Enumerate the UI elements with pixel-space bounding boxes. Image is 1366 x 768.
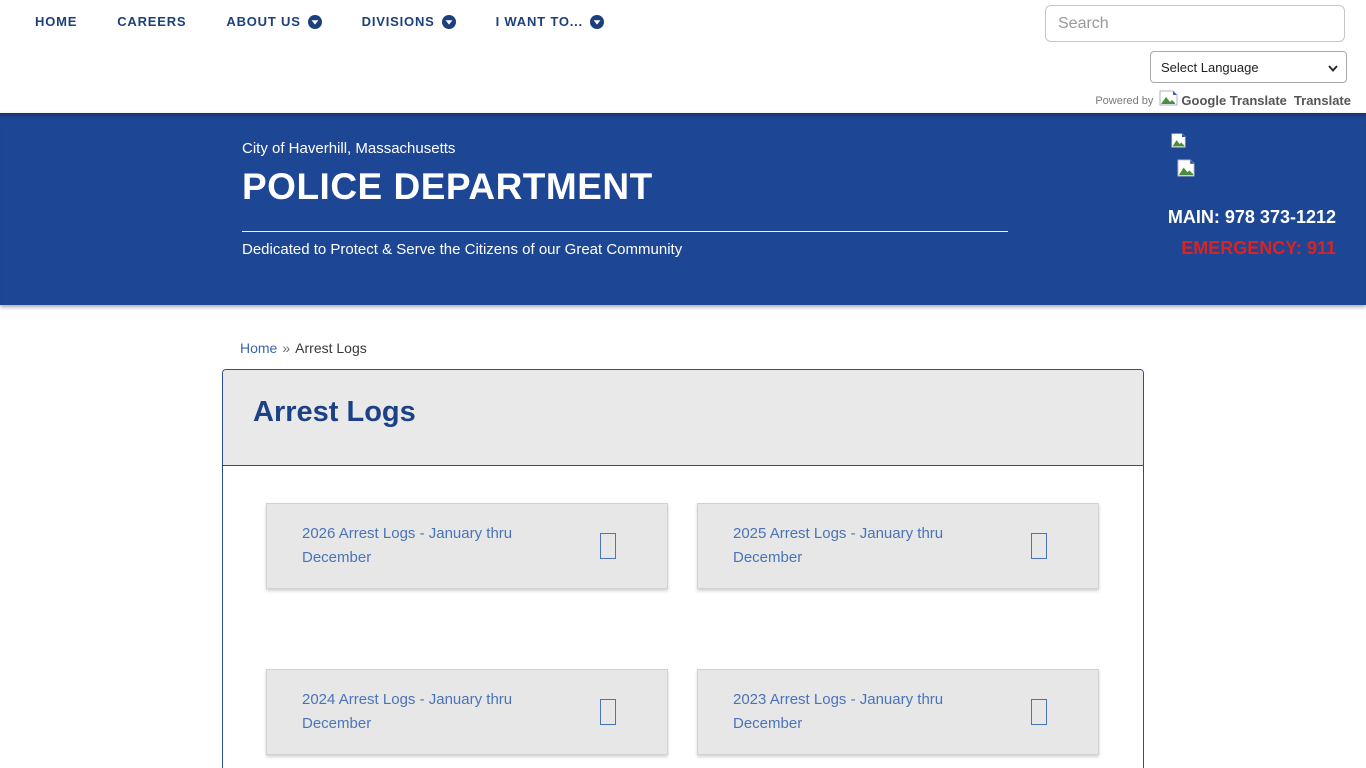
chevron-down-circle-icon[interactable]: [442, 15, 456, 29]
arrest-log-link-label: 2024 Arrest Logs - January thru December: [302, 688, 542, 736]
arrest-log-link-label: 2025 Arrest Logs - January thru December: [733, 522, 973, 570]
language-select[interactable]: Select Language: [1150, 51, 1347, 83]
site-title: POLICE DEPARTMENT: [242, 166, 1008, 208]
powered-by-label: Powered by: [1095, 95, 1153, 107]
arrest-logs-panel: Arrest Logs 2026 Arrest Logs - January t…: [222, 369, 1144, 768]
banner-text-block: City of Haverhill, Massachusetts POLICE …: [242, 140, 1008, 258]
nav-item-label: DIVISIONS: [362, 14, 435, 29]
breadcrumb-current: Arrest Logs: [295, 340, 367, 356]
translate-label: Translate: [1294, 93, 1351, 108]
breadcrumb-home-link[interactable]: Home: [240, 340, 277, 356]
breadcrumb: Home » Arrest Logs: [222, 340, 1144, 356]
arrest-log-link-label: 2026 Arrest Logs - January thru December: [302, 522, 542, 570]
main-phone: MAIN: 978 373-1212: [1126, 207, 1336, 228]
missing-glyph-icon: [600, 699, 616, 725]
panel-header: Arrest Logs: [223, 370, 1143, 466]
broken-image-icon: [1159, 90, 1178, 111]
arrest-log-card-2026[interactable]: 2026 Arrest Logs - January thru December: [266, 503, 668, 589]
nav-item-label: HOME: [35, 14, 77, 29]
broken-image-icon: [1126, 159, 1336, 177]
nav-item-label: ABOUT US: [226, 14, 300, 29]
site-banner: City of Haverhill, Massachusetts POLICE …: [0, 113, 1366, 305]
nav-item-divisions[interactable]: DIVISIONS: [362, 14, 476, 29]
nav-item-home[interactable]: HOME: [35, 14, 97, 29]
top-bar: HOME CAREERS ABOUT US DIVISIONS I WANT T…: [0, 0, 1366, 113]
missing-glyph-icon: [600, 533, 616, 559]
missing-glyph-icon: [1031, 699, 1047, 725]
arrest-log-link-label: 2023 Arrest Logs - January thru December: [733, 688, 973, 736]
city-subtitle: City of Haverhill, Massachusetts: [242, 140, 1008, 157]
emergency-phone: EMERGENCY: 911: [1126, 238, 1336, 259]
google-translate-alt-text: Google Translate: [1181, 93, 1286, 108]
broken-image-icon: [1126, 133, 1336, 150]
missing-glyph-icon: [1031, 533, 1047, 559]
language-select-wrap: Select Language: [1150, 51, 1347, 83]
arrest-log-card-2024[interactable]: 2024 Arrest Logs - January thru December: [266, 669, 668, 755]
arrest-log-card-2025[interactable]: 2025 Arrest Logs - January thru December: [697, 503, 1099, 589]
banner-tagline: Dedicated to Protect & Serve the Citizen…: [242, 241, 1008, 258]
nav-item-about-us[interactable]: ABOUT US: [226, 14, 341, 29]
chevron-down-circle-icon[interactable]: [590, 15, 604, 29]
google-translate-attribution: Powered by Google Translate Translate: [1095, 90, 1351, 111]
arrest-log-card-2023[interactable]: 2023 Arrest Logs - January thru December: [697, 669, 1099, 755]
page-title: Arrest Logs: [253, 396, 1113, 429]
nav-item-label: CAREERS: [117, 14, 186, 29]
banner-divider: [242, 231, 1008, 232]
chevron-down-circle-icon[interactable]: [308, 15, 322, 29]
search-input[interactable]: [1045, 5, 1345, 42]
banner-contact-block: MAIN: 978 373-1212 EMERGENCY: 911: [1126, 133, 1336, 259]
nav-item-i-want-to[interactable]: I WANT TO...: [496, 14, 624, 29]
main-nav: HOME CAREERS ABOUT US DIVISIONS I WANT T…: [35, 14, 644, 29]
breadcrumb-separator: »: [282, 340, 290, 356]
nav-item-label: I WANT TO...: [496, 14, 583, 29]
arrest-logs-card-grid: 2026 Arrest Logs - January thru December…: [223, 466, 1143, 768]
nav-item-careers[interactable]: CAREERS: [117, 14, 206, 29]
